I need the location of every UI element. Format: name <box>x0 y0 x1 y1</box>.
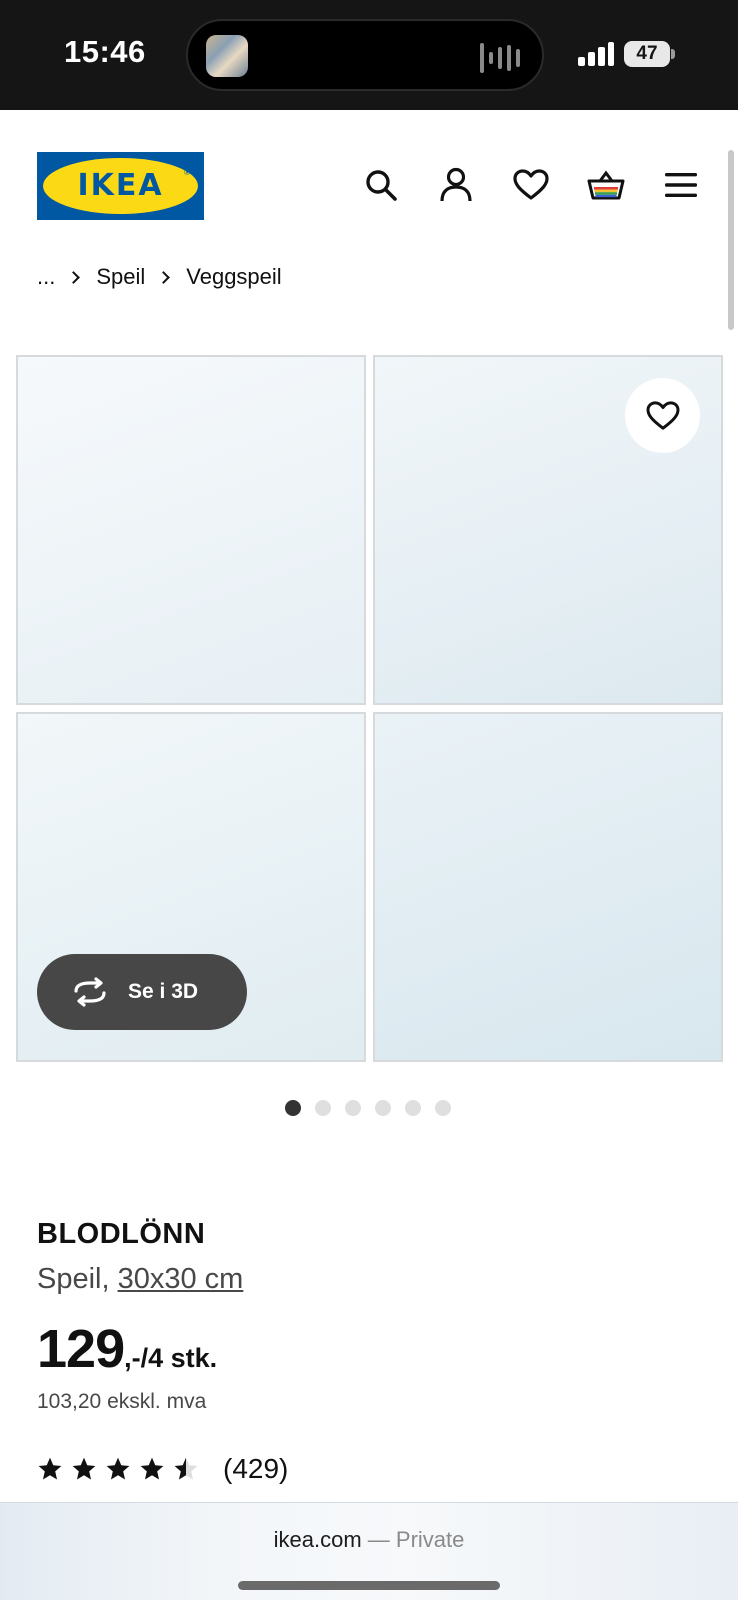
chevron-right-icon <box>157 270 171 284</box>
pagination-dot[interactable] <box>315 1100 331 1116</box>
menu-icon[interactable] <box>659 163 703 207</box>
logo-text: IKEA <box>77 168 164 203</box>
search-icon[interactable] <box>359 163 403 207</box>
breadcrumb-item-veggspeil[interactable]: Veggspeil <box>186 264 281 290</box>
browser-address-bar[interactable]: ikea.com — Private <box>0 1502 738 1600</box>
address-domain: ikea.com <box>273 1527 362 1552</box>
home-indicator[interactable] <box>238 1581 500 1590</box>
star-full-icon <box>72 1457 96 1480</box>
view-in-3d-button[interactable]: Se i 3D <box>37 954 247 1030</box>
dynamic-island[interactable] <box>186 19 544 91</box>
address-text[interactable]: ikea.com — Private <box>0 1527 738 1553</box>
product-name: BLODLÖNN <box>37 1218 206 1250</box>
now-playing-thumbnail <box>206 35 248 77</box>
shopping-basket-icon[interactable] <box>584 163 628 207</box>
battery-tip <box>671 49 675 59</box>
registered-mark: ® <box>184 168 190 177</box>
star-half-icon <box>174 1457 198 1480</box>
page-scrollbar[interactable] <box>728 150 734 330</box>
ikea-logo[interactable]: IKEA ® <box>37 152 204 220</box>
product-size-link[interactable]: 30x30 cm <box>118 1263 244 1295</box>
heart-icon <box>646 400 679 430</box>
pagination-dot[interactable] <box>435 1100 451 1116</box>
breadcrumb-ellipsis[interactable]: ... <box>37 264 55 290</box>
pagination-dot[interactable] <box>405 1100 421 1116</box>
cellular-signal-icon <box>578 42 614 66</box>
mirror-tile <box>16 355 366 705</box>
breadcrumb-item-speil[interactable]: Speil <box>96 264 145 290</box>
status-bar: 15:46 47 <box>0 0 738 110</box>
status-time: 15:46 <box>64 34 146 69</box>
pagination-dot[interactable] <box>375 1100 391 1116</box>
battery-icon: 47 <box>624 41 670 67</box>
breadcrumb: ... Speil Veggspeil <box>37 262 282 292</box>
product-price: 129,-/4 stk. <box>37 1318 217 1380</box>
pagination-dot-active[interactable] <box>285 1100 301 1116</box>
product-type: Speil, <box>37 1263 110 1295</box>
star-full-icon <box>140 1457 164 1480</box>
star-full-icon <box>38 1457 62 1480</box>
heart-icon[interactable] <box>509 163 553 207</box>
price-ex-vat: 103,20 ekskl. mva <box>37 1390 207 1413</box>
user-icon[interactable] <box>434 163 478 207</box>
add-to-favourites-button[interactable] <box>625 378 700 453</box>
rotate-3d-icon <box>74 977 106 1007</box>
mirror-tile <box>373 712 723 1062</box>
pagination-dot[interactable] <box>345 1100 361 1116</box>
rating-count: (429) <box>223 1453 289 1484</box>
audio-wave-icon <box>480 41 520 73</box>
star-full-icon <box>106 1457 130 1480</box>
product-rating[interactable]: (429) <box>37 1451 288 1487</box>
private-mode-label: — Private <box>367 1527 465 1552</box>
gallery-pagination <box>285 1100 465 1116</box>
chevron-right-icon <box>67 270 81 284</box>
price-suffix: ,-/4 stk. <box>124 1343 218 1373</box>
price-main: 129 <box>37 1319 125 1379</box>
view-in-3d-label: Se i 3D <box>128 980 199 1003</box>
product-description: Speil, 30x30 cm <box>37 1263 243 1296</box>
